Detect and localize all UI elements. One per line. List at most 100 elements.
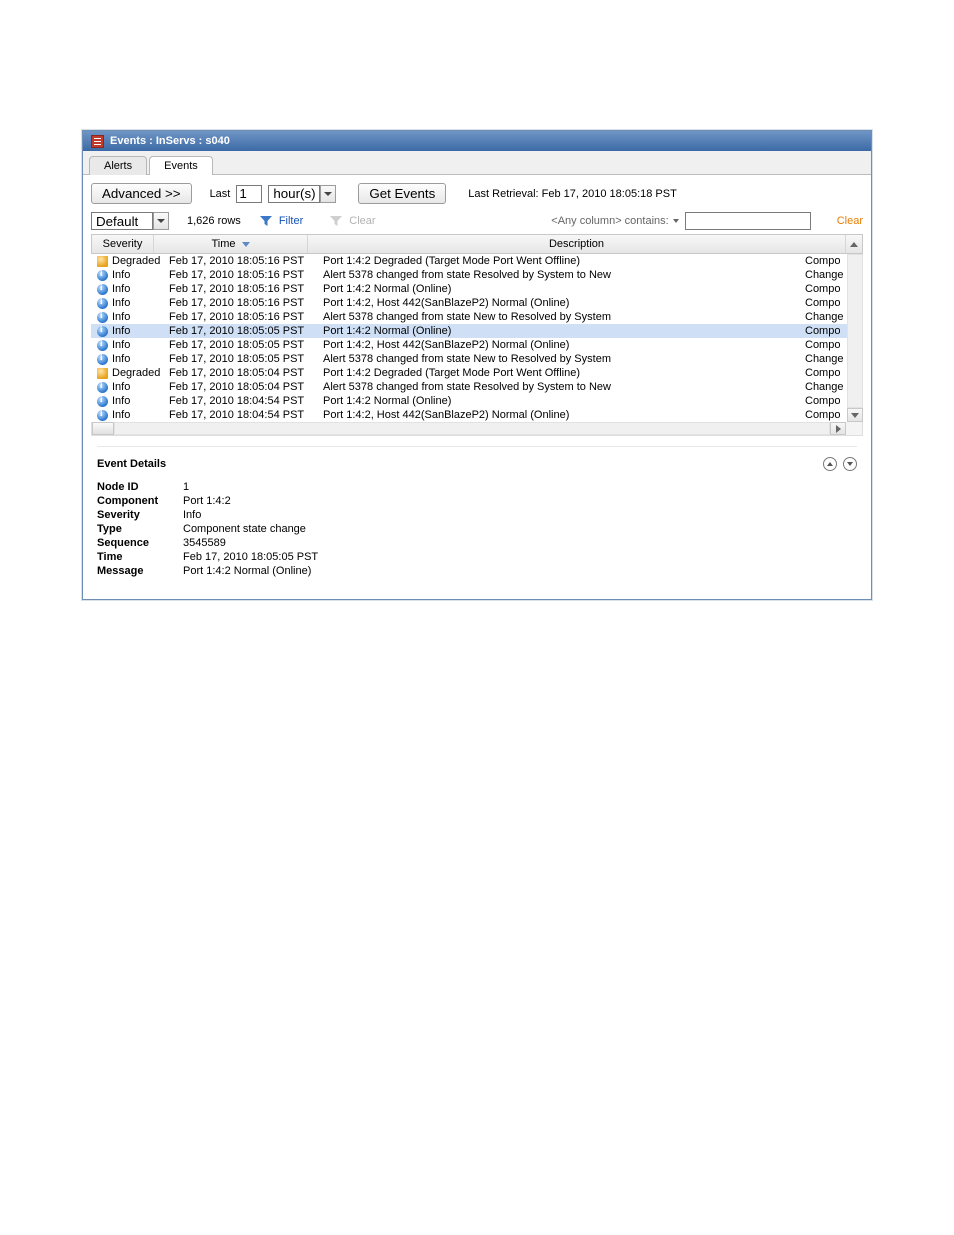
cell-right: Compo [799,409,847,421]
cell-time: Feb 17, 2010 18:04:54 PST [163,409,317,421]
cell-right: Compo [799,255,847,267]
cell-right: Compo [799,339,847,351]
table-row[interactable]: InfoFeb 17, 2010 18:05:05 PSTPort 1:4:2,… [91,338,847,352]
filter-icon [259,214,273,228]
chevron-down-icon [673,219,679,223]
table-row[interactable]: Info Feb 17, 2010 18:05:16 PSTPort 1:4:2,… [91,296,847,310]
cell-time: Feb 17, 2010 18:05:04 PST [163,381,317,393]
warning-icon [97,368,108,379]
info-icon [97,284,108,295]
event-details-title: Event Details [97,458,166,470]
view-input[interactable] [91,212,153,230]
cell-right: Compo [799,395,847,407]
info-icon [97,396,108,407]
cell-time: Feb 17, 2010 18:05:05 PST [163,325,317,337]
scroll-down-button[interactable] [847,408,863,422]
v-sequence: 3545589 [183,537,857,549]
cell-time: Feb 17, 2010 18:05:05 PST [163,339,317,351]
v-severity: Info [183,509,857,521]
advanced-button[interactable]: Advanced >> [91,183,192,204]
clear-filter-icon [329,214,343,228]
events-window: Events : InServs : s040 Alerts Events Ad… [82,130,872,600]
last-unit-input[interactable] [268,185,320,203]
k-time: Time [97,551,183,563]
any-column-dropdown[interactable]: <Any column> contains: [551,215,678,227]
table-row[interactable]: Info Feb 17, 2010 18:05:05 PSTPort 1:4:2 … [91,324,847,338]
cell-right: Compo [799,325,847,337]
chevron-down-icon[interactable] [153,212,169,230]
cell-description: Port 1:4:2, Host 442(SanBlazeP2) Normal … [317,409,799,421]
chevron-down-icon[interactable] [320,185,336,203]
cell-severity: Info [112,269,130,281]
window-icon [91,135,104,148]
k-sequence: Sequence [97,537,183,549]
cell-right: Change [799,311,847,323]
filter-text-input[interactable] [685,212,811,230]
last-value-input[interactable] [236,185,262,203]
cell-time: Feb 17, 2010 18:05:16 PST [163,311,317,323]
events-grid: Severity Time Description DegradedFeb 17… [91,234,863,436]
titlebar[interactable]: Events : InServs : s040 [83,131,871,151]
cell-severity: Info [112,409,130,421]
cell-description: Alert 5378 changed from state Resolved b… [317,269,799,281]
table-row[interactable]: InfoFeb 17, 2010 18:05:16 PSTPort 1:4:2 … [91,282,847,296]
table-row[interactable]: InfoFeb 17, 2010 18:05:16 PSTAlert 5378 … [91,310,847,324]
table-row[interactable]: DegradedFeb 17, 2010 18:05:04 PSTPort 1:… [91,366,847,380]
cell-description: Port 1:4:2, Host 442(SanBlazeP2) Normal … [317,297,799,309]
table-row[interactable]: Info Feb 17, 2010 18:04:54 PSTPort 1:4:2,… [91,408,847,422]
toolbar-filter: 1,626 rows Filter Clear <Any column> con… [91,212,863,230]
window-title: Events : InServs : s040 [110,135,230,147]
scroll-up-button[interactable] [846,235,862,253]
cell-severity: Degraded [112,255,160,267]
expand-down-icon[interactable] [843,457,857,471]
clear-filter-link: Clear [349,215,375,227]
cell-time: Feb 17, 2010 18:05:05 PST [163,353,317,365]
cell-time: Feb 17, 2010 18:05:16 PST [163,269,317,281]
tab-alerts[interactable]: Alerts [89,156,147,175]
table-row[interactable]: Info Feb 17, 2010 18:05:16 PSTAlert 5378 … [91,268,847,282]
horizontal-scrollbar[interactable] [91,422,863,436]
table-row[interactable]: DegradedFeb 17, 2010 18:05:16 PSTPort 1:… [91,254,847,268]
cell-severity: Info [112,325,130,337]
cell-severity: Info [112,381,130,393]
v-component: Port 1:4:2 [183,495,857,507]
table-row[interactable]: InfoFeb 17, 2010 18:04:54 PSTPort 1:4:2 … [91,394,847,408]
collapse-up-icon[interactable] [823,457,837,471]
row-count: 1,626 rows [187,215,241,227]
cell-severity: Info [112,395,130,407]
info-icon [97,382,108,393]
cell-severity: Info [112,283,130,295]
cell-severity: Info [112,297,130,309]
cell-time: Feb 17, 2010 18:05:04 PST [163,367,317,379]
cell-description: Port 1:4:2 Normal (Online) [317,325,799,337]
col-time[interactable]: Time [154,235,308,253]
event-details: Event Details Node ID1 ComponentPort 1:4… [91,436,863,591]
cell-time: Feb 17, 2010 18:04:54 PST [163,395,317,407]
filter-link[interactable]: Filter [279,215,303,227]
tab-events-label: Events [164,160,198,172]
last-label: Last [210,188,231,200]
col-description[interactable]: Description [308,235,846,253]
tab-events[interactable]: Events [149,156,213,175]
cell-severity: Info [112,353,130,365]
k-severity: Severity [97,509,183,521]
cell-description: Port 1:4:2 Degraded (Target Mode Port We… [317,255,799,267]
cell-description: Alert 5378 changed from state New to Res… [317,311,799,323]
cell-right: Compo [799,367,847,379]
last-unit-combo[interactable] [268,185,336,203]
table-row[interactable]: Info Feb 17, 2010 18:05:04 PSTAlert 5378 … [91,380,847,394]
clear-link[interactable]: Clear [837,215,863,227]
scroll-right-button[interactable] [830,422,846,435]
cell-right: Change [799,269,847,281]
cell-description: Port 1:4:2 Normal (Online) [317,283,799,295]
table-row[interactable]: InfoFeb 17, 2010 18:05:05 PSTAlert 5378 … [91,352,847,366]
k-node-id: Node ID [97,481,183,493]
vertical-scrollbar[interactable] [847,254,863,422]
get-events-button[interactable]: Get Events [358,183,446,204]
cell-description: Alert 5378 changed from state Resolved b… [317,381,799,393]
cell-time: Feb 17, 2010 18:05:16 PST [163,297,317,309]
view-combo[interactable] [91,212,169,230]
info-icon [97,298,108,309]
col-severity[interactable]: Severity [92,235,154,253]
k-component: Component [97,495,183,507]
